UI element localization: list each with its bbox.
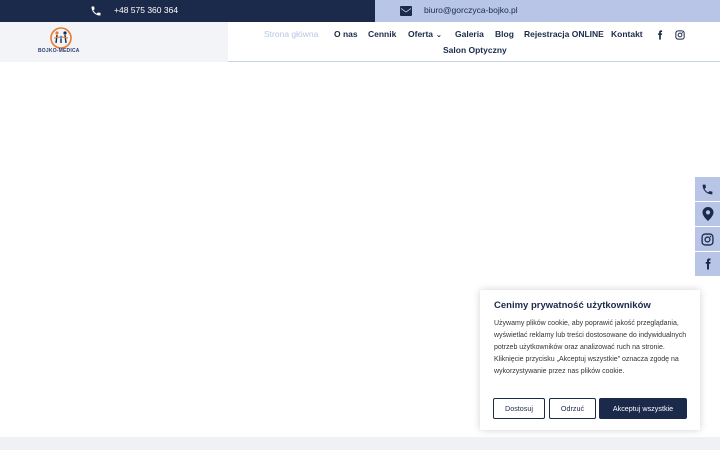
side-instagram-button[interactable] <box>695 227 720 251</box>
chevron-down-icon: ⌄ <box>436 32 442 39</box>
map-pin-icon <box>702 207 713 221</box>
nav-item-gallery[interactable]: Galeria <box>455 29 484 39</box>
phone-icon <box>91 6 101 16</box>
reject-button[interactable]: Odrzuć <box>549 398 596 419</box>
footer-strip <box>0 437 720 450</box>
topbar-left-section: +48 575 360 364 <box>0 0 375 22</box>
email-link[interactable]: biuro@gorczyca-bojko.pl <box>424 5 518 15</box>
logo-area: BOJKO-MEDICA <box>0 22 228 62</box>
nav-item-offer[interactable]: Oferta ⌄ <box>408 29 442 39</box>
cookie-description: Używamy plików cookie, aby poprawić jako… <box>494 320 687 375</box>
customize-button[interactable]: Dostosuj <box>493 398 545 419</box>
nav-item-home[interactable]: Strona główna <box>264 29 318 39</box>
cookie-consent-dialog: Cenimy prywatność użytkowników Używamy p… <box>480 290 700 430</box>
side-phone-button[interactable] <box>695 177 720 201</box>
phone-icon <box>702 184 713 194</box>
logo-name: BOJKO-MEDICA <box>38 48 80 54</box>
facebook-icon[interactable] <box>655 30 665 40</box>
nav-item-online-registration[interactable]: Rejestracja ONLINE <box>524 29 604 39</box>
accept-all-button[interactable]: Akceptuj wszystkie <box>599 398 687 419</box>
nav-item-optical-salon[interactable]: Salon Optyczny <box>443 45 507 55</box>
site-header: BOJKO-MEDICA Strona główna O nas Cennik … <box>0 22 720 62</box>
instagram-icon[interactable] <box>675 30 685 40</box>
side-facebook-button[interactable] <box>695 252 720 276</box>
nav-item-offer-label: Oferta <box>408 29 434 39</box>
nav-item-contact[interactable]: Kontakt <box>611 29 643 39</box>
phone-number-link[interactable]: +48 575 360 364 <box>114 5 178 15</box>
nav-item-blog[interactable]: Blog <box>495 29 514 39</box>
cookie-title: Cenimy prywatność użytkowników <box>494 300 651 311</box>
nav-item-about[interactable]: O nas <box>334 29 358 39</box>
envelope-icon <box>400 6 412 16</box>
instagram-icon <box>701 232 714 246</box>
facebook-icon <box>705 258 710 270</box>
side-location-button[interactable] <box>695 202 720 226</box>
top-contact-bar: +48 575 360 364 biuro@gorczyca-bojko.pl <box>0 0 720 22</box>
nav-item-pricing[interactable]: Cennik <box>368 29 396 39</box>
